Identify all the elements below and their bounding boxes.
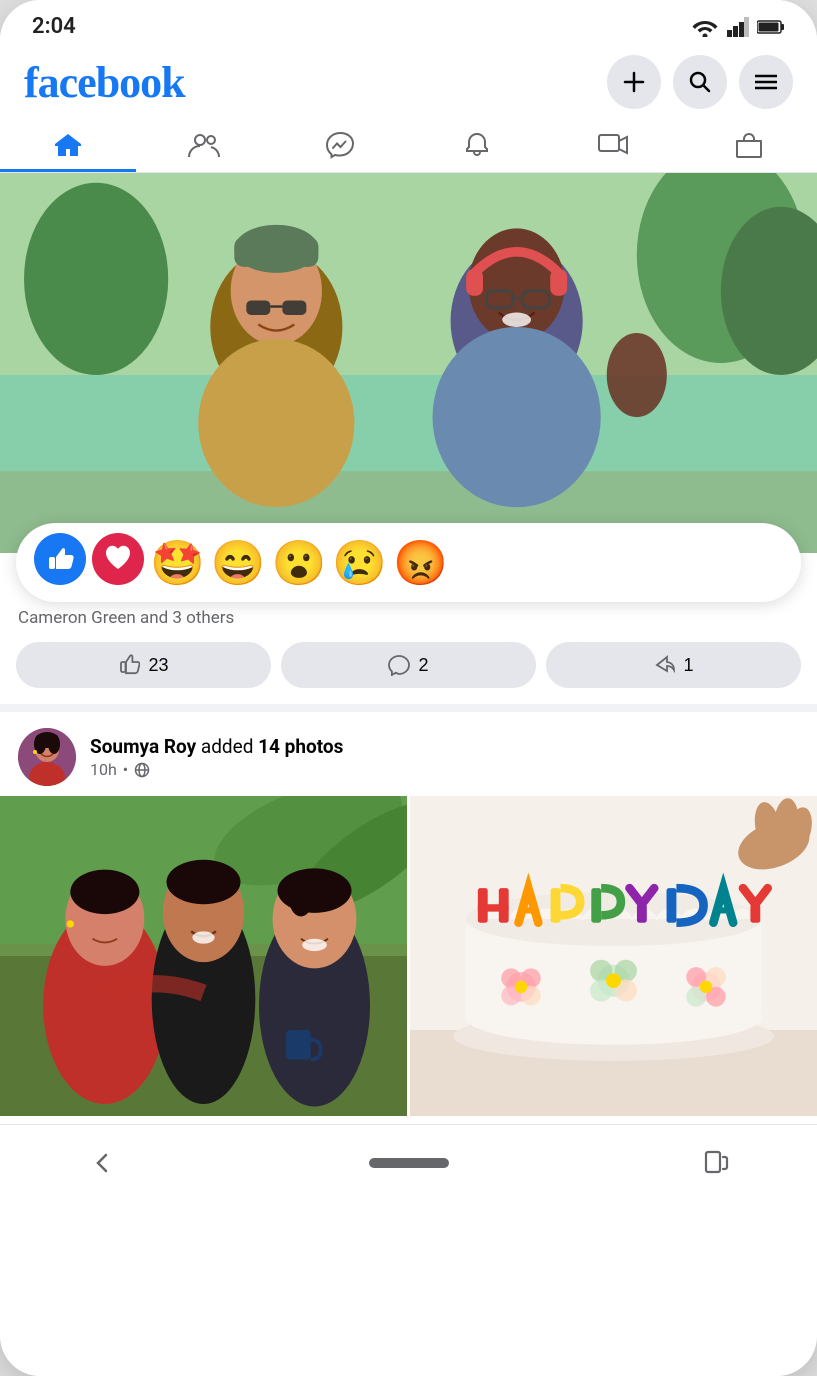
post-meta-2: Soumya Roy added 14 photos 10h • — [90, 735, 799, 779]
share-count: 1 — [683, 655, 693, 676]
facebook-logo: facebook — [24, 57, 185, 108]
privacy-globe-icon — [134, 762, 150, 778]
rotate-button[interactable] — [693, 1141, 737, 1185]
group-selfie-svg — [0, 796, 407, 1116]
menu-button[interactable] — [739, 55, 793, 109]
like-count: 23 — [148, 655, 168, 676]
comment-button[interactable]: 2 — [281, 642, 536, 688]
signal-icon — [727, 17, 749, 37]
home-indicator[interactable] — [369, 1158, 449, 1168]
plus-icon — [623, 71, 645, 93]
post-card-1: 🤩 😄 😮 😢 😡 Cameron Green and 3 others 23 — [0, 173, 817, 704]
status-icons — [691, 17, 785, 37]
tab-friends[interactable] — [136, 117, 272, 172]
share-button[interactable]: 1 — [546, 642, 801, 688]
status-bar: 2:04 — [0, 0, 817, 47]
battery-icon — [757, 19, 785, 35]
post-author-2: Soumya Roy added 14 photos — [90, 735, 799, 758]
phone-frame: 2:04 facebook — [0, 0, 817, 1376]
reaction-haha[interactable]: 😄 — [211, 541, 266, 585]
reaction-sad[interactable]: 😢 — [332, 541, 387, 585]
app-header: facebook — [0, 47, 817, 117]
reactions-popup: 🤩 😄 😮 😢 😡 — [16, 523, 801, 602]
photo-grid-item-left[interactable] — [0, 796, 407, 1116]
photo-grid-item-right[interactable] — [410, 796, 817, 1116]
reaction-wow[interactable]: 😮 — [272, 541, 327, 585]
tab-home[interactable] — [0, 117, 136, 172]
reaction-love[interactable] — [92, 533, 144, 592]
menu-icon — [755, 74, 777, 90]
photo-grid-2 — [0, 796, 817, 1116]
cake-svg — [410, 796, 817, 1116]
reaction-care[interactable]: 🤩 — [150, 541, 205, 585]
selfie-svg — [0, 173, 817, 553]
tab-messenger[interactable] — [272, 117, 408, 172]
back-button[interactable] — [80, 1141, 124, 1185]
bottom-nav — [0, 1124, 817, 1201]
post-time-2: 10h • — [90, 760, 799, 779]
search-icon — [689, 71, 711, 93]
nav-tabs — [0, 117, 817, 173]
post-actions-1: 23 2 1 — [0, 632, 817, 704]
post-card-2: Soumya Roy added 14 photos 10h • — [0, 712, 817, 1116]
status-time: 2:04 — [32, 14, 76, 39]
reaction-like[interactable] — [34, 533, 86, 592]
feed: 🤩 😄 😮 😢 😡 Cameron Green and 3 others 23 — [0, 173, 817, 1116]
tab-notifications[interactable] — [409, 117, 545, 172]
tab-marketplace[interactable] — [681, 117, 817, 172]
reaction-angry[interactable]: 😡 — [393, 541, 448, 585]
like-button[interactable]: 23 — [16, 642, 271, 688]
header-actions — [607, 55, 793, 109]
post-header-2: Soumya Roy added 14 photos 10h • — [0, 712, 817, 796]
tab-watch[interactable] — [545, 117, 681, 172]
avatar-soumya — [18, 728, 76, 786]
add-button[interactable] — [607, 55, 661, 109]
post-image-1 — [0, 173, 817, 553]
who-reacted: Cameron Green and 3 others — [0, 602, 817, 632]
search-button[interactable] — [673, 55, 727, 109]
wifi-icon — [691, 17, 719, 37]
comment-count: 2 — [418, 655, 428, 676]
